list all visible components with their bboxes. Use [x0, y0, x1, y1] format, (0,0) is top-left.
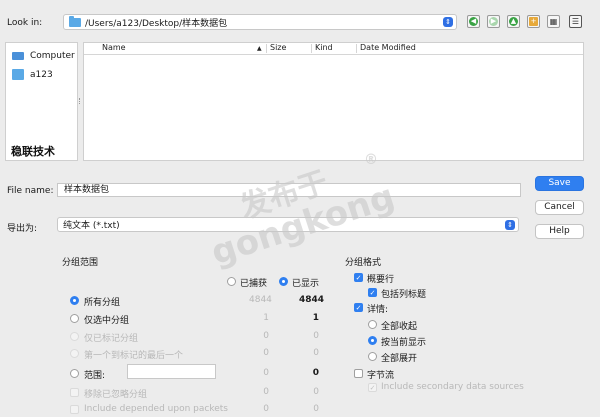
range-row-label: 移除已忽略分组 — [84, 390, 148, 400]
look-in-combo[interactable]: /Users/a123/Desktop/样本数据包 ⇕ — [63, 14, 457, 30]
back-button[interactable]: ◀ — [467, 15, 480, 28]
selected-packets-radio[interactable] — [70, 314, 79, 323]
captured-count: 0 — [263, 348, 269, 358]
collapse-all-label: 全部收起 — [381, 322, 418, 332]
column-size[interactable]: Size — [270, 43, 286, 52]
export-as-label: 导出为: — [7, 224, 38, 234]
column-headings-checkbox[interactable]: ✓ — [368, 288, 377, 297]
captured-radio[interactable] — [227, 277, 236, 286]
range-row-label: 范围: — [84, 371, 106, 381]
range-row-label: 所有分组 — [84, 298, 121, 308]
places-sidebar: Computer a123 稳联技术 — [5, 42, 78, 161]
secondary-sources-checkbox[interactable]: ✓ — [368, 383, 377, 392]
chevron-updown-icon: ⇕ — [443, 17, 453, 27]
packet-range-title: 分组范围 — [62, 258, 99, 268]
displayed-count: 0 — [313, 404, 319, 414]
file-name-label: File name: — [7, 186, 54, 196]
folder-icon — [69, 15, 81, 27]
expand-all-radio[interactable] — [368, 352, 377, 361]
range-radio[interactable] — [70, 369, 79, 378]
summary-label: 概要行 — [367, 275, 395, 285]
captured-label: 已捕获 — [240, 279, 268, 289]
sidebar-item-computer[interactable]: Computer — [12, 51, 75, 61]
include-depended-checkbox[interactable] — [70, 405, 79, 414]
displayed-count: 0 — [313, 387, 319, 397]
secondary-sources-label: Include secondary data sources — [381, 382, 524, 392]
forward-button[interactable]: ▶ — [487, 15, 500, 28]
column-name[interactable]: Name — [102, 43, 126, 52]
as-displayed-radio[interactable] — [368, 336, 377, 345]
captured-count: 0 — [263, 387, 269, 397]
displayed-count: 1 — [312, 313, 319, 323]
watermark-mark: ® — [364, 152, 378, 168]
captured-count: 0 — [263, 368, 269, 378]
range-row-label: 仅已标记分组 — [84, 334, 139, 344]
brand-text: 稳联技术 — [11, 145, 55, 158]
column-headings-label: 包括列标题 — [381, 290, 427, 300]
sidebar-item-label: a123 — [30, 69, 53, 80]
range-input[interactable] — [127, 364, 216, 379]
cancel-button[interactable]: Cancel — [535, 200, 584, 215]
marked-packets-radio[interactable] — [70, 332, 79, 341]
column-kind[interactable]: Kind — [315, 43, 333, 52]
collapse-all-radio[interactable] — [368, 320, 377, 329]
file-list-header: Name ▲ Size Kind Date Modified — [84, 43, 583, 55]
details-checkbox[interactable]: ✓ — [354, 303, 363, 312]
splitter-handle[interactable] — [79, 98, 82, 104]
displayed-count: 4844 — [299, 295, 325, 305]
captured-count: 0 — [263, 404, 269, 414]
sort-up-icon: ▲ — [257, 45, 262, 52]
help-button[interactable]: Help — [535, 224, 584, 239]
captured-count: 4844 — [249, 295, 272, 305]
range-row-label: 仅选中分组 — [84, 316, 130, 326]
up-button[interactable]: ▲ — [507, 15, 520, 28]
as-displayed-label: 按当前显示 — [381, 338, 427, 348]
captured-count: 0 — [263, 331, 269, 341]
packet-format-title: 分组格式 — [345, 258, 382, 268]
chevron-updown-icon: ⇕ — [505, 219, 515, 230]
look-in-path: /Users/a123/Desktop/样本数据包 — [85, 18, 228, 29]
displayed-label: 已显示 — [292, 279, 320, 289]
new-folder-icon: + — [529, 17, 538, 26]
up-icon: ▲ — [509, 17, 518, 26]
range-row-label: Include depended upon packets — [84, 404, 228, 414]
remove-ignored-checkbox[interactable] — [70, 388, 79, 397]
details-label: 详情: — [367, 305, 389, 315]
sidebar-item-a123[interactable]: a123 — [12, 69, 53, 80]
save-button[interactable]: Save — [535, 176, 584, 191]
captured-count: 1 — [263, 313, 269, 323]
export-format-value: 纯文本 (*.txt) — [63, 221, 120, 231]
look-in-label: Look in: — [7, 18, 43, 28]
displayed-radio[interactable] — [279, 277, 288, 286]
computer-icon — [12, 52, 24, 60]
displayed-count: 0 — [312, 368, 319, 378]
all-packets-radio[interactable] — [70, 296, 79, 305]
file-list[interactable]: Name ▲ Size Kind Date Modified — [83, 42, 584, 161]
forward-icon: ▶ — [489, 17, 498, 26]
bytes-label: 字节流 — [367, 371, 395, 381]
sidebar-item-label: Computer — [30, 51, 75, 61]
back-icon: ◀ — [469, 17, 478, 26]
summary-checkbox[interactable]: ✓ — [354, 273, 363, 282]
displayed-count: 0 — [313, 331, 319, 341]
home-folder-icon — [12, 69, 24, 80]
detail-view-icon: ☰ — [571, 17, 580, 26]
bytes-checkbox[interactable] — [354, 369, 363, 378]
detail-view-button[interactable]: ☰ — [569, 15, 582, 28]
list-view-icon: ▦ — [549, 17, 558, 26]
expand-all-label: 全部展开 — [381, 354, 418, 364]
range-row-label: 第一个到标记的最后一个 — [84, 351, 184, 361]
first-to-last-marked-radio[interactable] — [70, 349, 79, 358]
column-date-modified[interactable]: Date Modified — [360, 43, 416, 52]
displayed-count: 0 — [313, 348, 319, 358]
new-folder-button[interactable]: + — [527, 15, 540, 28]
list-view-button[interactable]: ▦ — [547, 15, 560, 28]
